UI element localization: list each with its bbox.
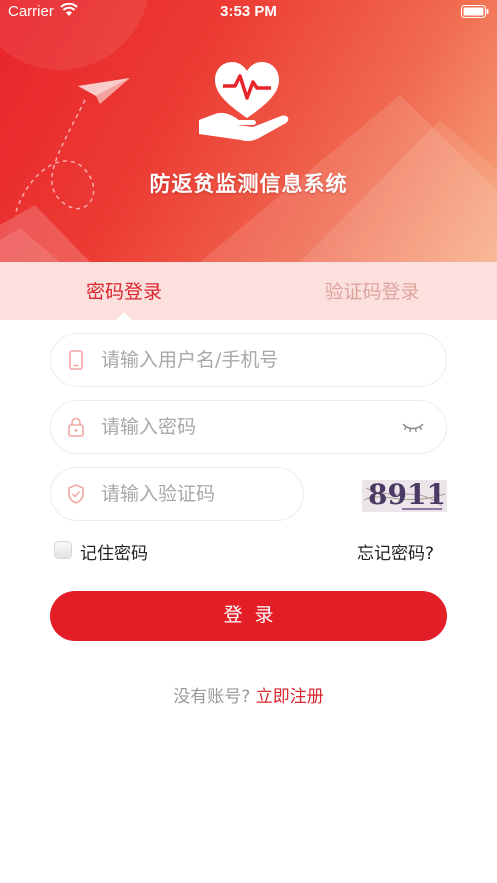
captcha-text: 8911 bbox=[368, 480, 446, 511]
active-tab-indicator bbox=[115, 312, 133, 321]
password-input[interactable] bbox=[101, 411, 381, 443]
eye-closed-icon[interactable] bbox=[402, 421, 424, 433]
tab-code-login[interactable]: 验证码登录 bbox=[272, 262, 472, 320]
login-tabs: 密码登录 验证码登录 bbox=[0, 262, 497, 320]
status-bar: Carrier 3:53 PM bbox=[0, 0, 497, 24]
code-field[interactable] bbox=[50, 467, 304, 521]
code-input[interactable] bbox=[101, 478, 291, 510]
username-input[interactable] bbox=[101, 344, 431, 376]
register-link[interactable]: 立即注册 bbox=[256, 687, 324, 707]
register-row: 没有账号? 立即注册 bbox=[0, 682, 497, 707]
heart-in-hand-icon bbox=[199, 62, 289, 142]
login-button[interactable]: 登录 bbox=[50, 591, 447, 641]
captcha-image[interactable]: 8911 bbox=[362, 480, 447, 512]
paper-plane-icon bbox=[78, 78, 130, 104]
app-title: 防返贫监测信息系统 bbox=[149, 172, 348, 196]
shield-check-icon bbox=[68, 484, 84, 504]
password-field[interactable] bbox=[50, 400, 447, 454]
register-question: 没有账号? bbox=[173, 687, 251, 707]
remember-checkbox[interactable] bbox=[54, 541, 72, 559]
lock-icon bbox=[68, 417, 84, 437]
forgot-password-link[interactable]: 忘记密码? bbox=[357, 539, 434, 564]
username-field[interactable] bbox=[50, 333, 447, 387]
header-banner: Carrier 3:53 PM 防返贫监测信息系统 bbox=[0, 0, 497, 262]
remember-label: 记住密码 bbox=[80, 544, 148, 564]
battery-icon bbox=[461, 5, 489, 18]
status-time: 3:53 PM bbox=[220, 3, 277, 20]
phone-icon bbox=[69, 350, 83, 370]
